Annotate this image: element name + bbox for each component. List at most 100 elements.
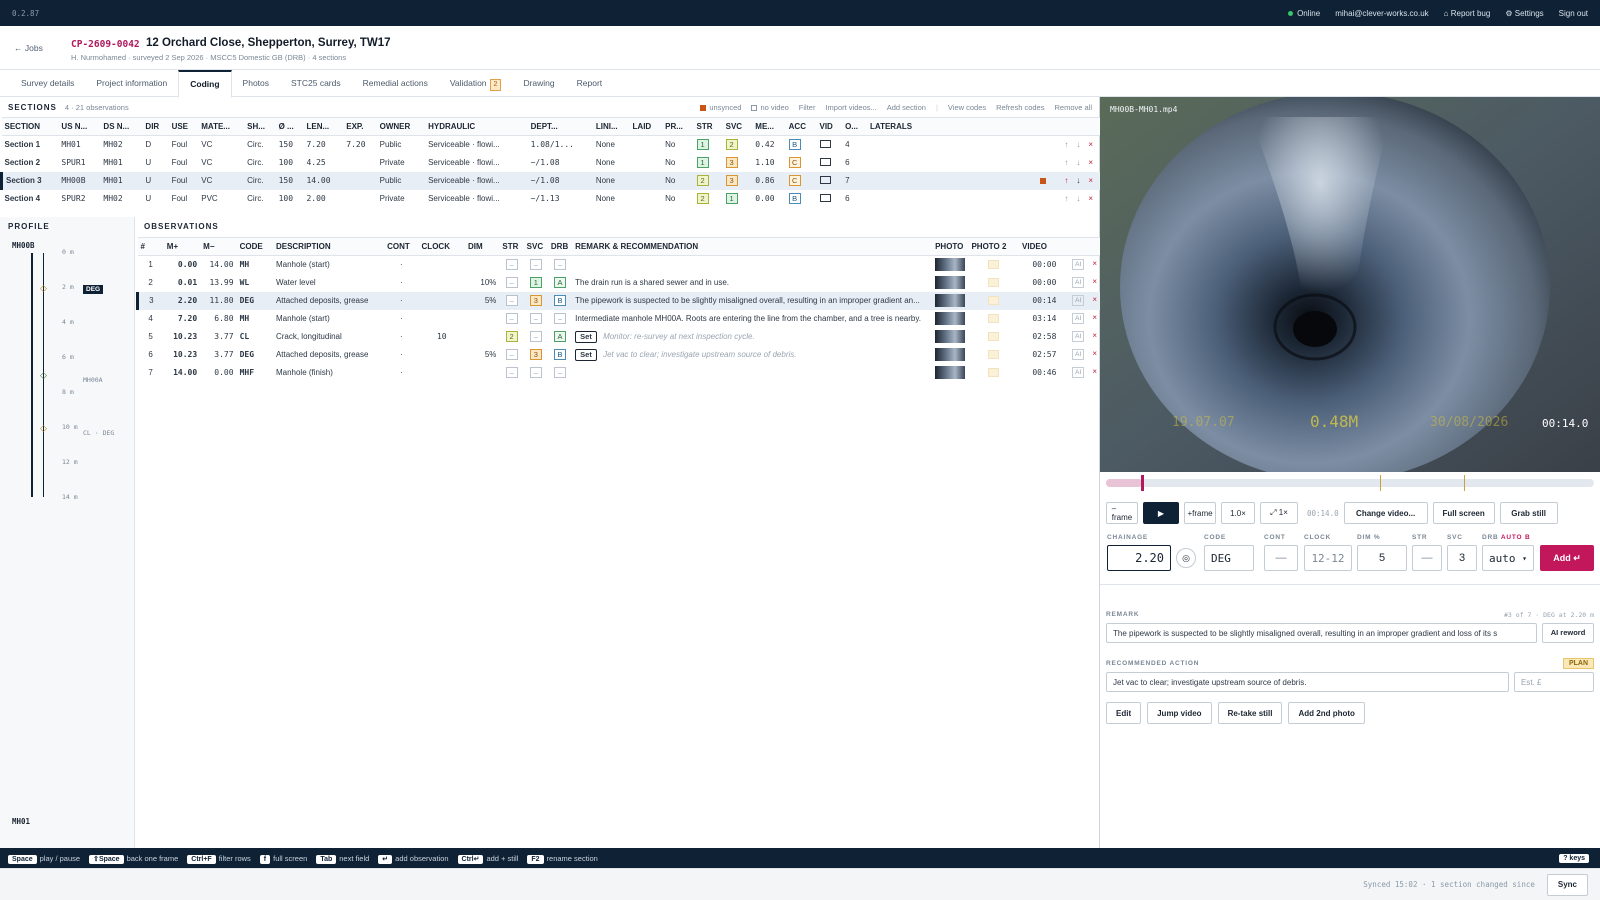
- observation-column-header[interactable]: #: [137, 237, 164, 256]
- section-column-header[interactable]: US N...: [58, 117, 101, 136]
- add-second-photo-button[interactable]: Add 2nd photo: [1288, 702, 1365, 724]
- section-column-header[interactable]: SVC: [722, 117, 753, 136]
- cont-input[interactable]: —: [1264, 545, 1298, 571]
- section-column-header[interactable]: DIR: [142, 117, 169, 136]
- delete-section-icon[interactable]: ×: [1088, 158, 1093, 167]
- section-column-header[interactable]: LAID: [629, 117, 663, 136]
- set-action-button[interactable]: Set: [575, 330, 597, 343]
- tab-validation[interactable]: Validation 2: [439, 70, 513, 97]
- observation-row[interactable]: 4 7.20 6.80 MH Manhole (start) · – – – Intermedia…: [138, 310, 1101, 328]
- delete-observation-icon[interactable]: ×: [1092, 295, 1097, 304]
- observation-column-header[interactable]: REMARK & RECOMMENDATION: [572, 237, 933, 256]
- plan-badge[interactable]: PLAN: [1562, 657, 1594, 669]
- chainage-input[interactable]: 2.20: [1107, 545, 1171, 571]
- observation-cell-remark[interactable]: [572, 364, 932, 382]
- observation-cell-photo[interactable]: [932, 256, 968, 274]
- observation-row[interactable]: 3 2.20 11.80 DEG Attached deposits, grease · 5…: [135, 291, 1100, 310]
- observation-cell-video[interactable]: 00:00: [1019, 256, 1059, 274]
- section-column-header[interactable]: EXP.: [343, 117, 377, 136]
- observation-column-header[interactable]: DESCRIPTION: [272, 237, 385, 256]
- ai-reword-row-button[interactable]: AI: [1072, 277, 1085, 288]
- observation-cell-video[interactable]: 00:14: [1019, 291, 1060, 310]
- section-column-header[interactable]: ACC: [785, 117, 817, 136]
- observation-row[interactable]: 6 10.23 3.77 DEG Attached deposits, grease · 5…: [138, 346, 1101, 364]
- move-down-icon[interactable]: ↓: [1076, 194, 1080, 203]
- empty-photo-slot[interactable]: [988, 332, 1000, 342]
- jump-video-button[interactable]: Jump video: [1147, 702, 1212, 724]
- str-input[interactable]: —: [1412, 545, 1442, 571]
- section-column-header[interactable]: LEN...: [303, 117, 344, 136]
- observation-column-header[interactable]: SVC: [523, 237, 548, 256]
- section-column-header[interactable]: USE: [168, 117, 199, 136]
- observation-row[interactable]: 1 0.00 14.00 MH Manhole (start) · – – –00:00 AI ×: [138, 256, 1101, 274]
- grab-still-button[interactable]: Grab still: [1499, 502, 1558, 524]
- sync-button[interactable]: Sync: [1546, 873, 1588, 896]
- set-action-button[interactable]: Set: [575, 348, 597, 361]
- empty-photo-slot[interactable]: [988, 278, 1000, 288]
- observation-column-header[interactable]: STR: [499, 237, 524, 256]
- photo-thumbnail[interactable]: [935, 276, 966, 289]
- delete-observation-icon[interactable]: ×: [1092, 313, 1097, 322]
- playback-speed-button[interactable]: 1.0×: [1221, 502, 1255, 524]
- tab-coding[interactable]: Coding: [178, 70, 232, 98]
- section-column-header[interactable]: OWNER: [376, 117, 426, 136]
- tab-drawing[interactable]: Drawing: [512, 70, 565, 97]
- photo-thumbnail[interactable]: [935, 312, 966, 325]
- section-column-header[interactable]: DEPT...: [527, 117, 593, 136]
- section-column-header[interactable]: SECTION: [1, 117, 59, 136]
- dim-input[interactable]: 5: [1357, 545, 1407, 571]
- observation-column-header[interactable]: M+: [163, 237, 201, 256]
- keys-help-button[interactable]: ? keys: [1559, 853, 1589, 863]
- observation-cell-photo[interactable]: [932, 274, 968, 292]
- move-up-icon[interactable]: ↑: [1064, 176, 1068, 185]
- section-column-header[interactable]: LATERALS: [867, 117, 1018, 136]
- remark-input[interactable]: The pipework is suspected to be slightly…: [1106, 623, 1537, 643]
- move-down-icon[interactable]: ↓: [1076, 176, 1080, 185]
- delete-observation-icon[interactable]: ×: [1092, 349, 1097, 358]
- delete-observation-icon[interactable]: ×: [1092, 277, 1097, 286]
- observation-column-header[interactable]: PHOTO: [932, 237, 969, 256]
- ai-reword-row-button[interactable]: AI: [1072, 295, 1085, 306]
- next-frame-button[interactable]: +frame: [1184, 502, 1216, 524]
- photo-thumbnail[interactable]: [935, 366, 966, 379]
- section-row[interactable]: Section 2 SPUR1 MH01 U Foul VC Circ. 100 4.25 Pri…: [2, 154, 1101, 172]
- observation-cell-remark[interactable]: Set Jet vac to clear; investigate upstre…: [572, 346, 932, 364]
- observation-cell-remark[interactable]: The drain run is a shared sewer and in u…: [572, 274, 932, 292]
- empty-photo-slot[interactable]: [988, 368, 1000, 378]
- section-column-header[interactable]: O...: [842, 117, 868, 136]
- play-button[interactable]: ▶: [1143, 502, 1179, 524]
- remove-all-button[interactable]: Remove all: [1054, 103, 1092, 112]
- section-row[interactable]: Section 3 MH00B MH01 U Foul VC Circ. 150 14.00 Pu…: [0, 171, 1100, 190]
- scrubber-marker[interactable]: [1464, 475, 1465, 491]
- section-column-header[interactable]: VID: [816, 117, 843, 136]
- observation-cell-photo[interactable]: [932, 364, 968, 382]
- empty-photo-slot[interactable]: [988, 260, 1000, 270]
- observation-column-header[interactable]: DIM: [465, 237, 500, 256]
- tab-report[interactable]: Report: [566, 70, 614, 97]
- photo-thumbnail[interactable]: [935, 258, 966, 272]
- tab-survey-details[interactable]: Survey details: [10, 70, 85, 97]
- clock-input[interactable]: 12-12: [1304, 545, 1352, 571]
- move-down-icon[interactable]: ↓: [1076, 140, 1080, 149]
- section-column-header[interactable]: SH...: [244, 117, 276, 136]
- video-player[interactable]: MH00B-MH01.mp4 19.07.07 0.48M 30/08/2026…: [1100, 97, 1600, 472]
- move-up-icon[interactable]: ↑: [1064, 140, 1068, 149]
- observation-cell-remark[interactable]: Set Monitor: re-survey at next inspectio…: [572, 328, 932, 346]
- tab-remedial-actions[interactable]: Remedial actions: [352, 70, 439, 97]
- user-email[interactable]: mihai@clever-works.co.uk: [1335, 9, 1428, 18]
- delete-observation-icon[interactable]: ×: [1092, 331, 1097, 340]
- add-section-button[interactable]: Add section: [887, 103, 926, 112]
- observation-column-header[interactable]: VIDEO: [1019, 237, 1060, 256]
- prev-frame-button[interactable]: –frame: [1106, 502, 1138, 524]
- delete-section-icon[interactable]: ×: [1088, 176, 1093, 185]
- section-column-header[interactable]: HYDRAULIC: [425, 117, 528, 136]
- ai-reword-row-button[interactable]: AI: [1072, 349, 1085, 360]
- observation-cell-video[interactable]: 03:14: [1019, 310, 1059, 328]
- photo-thumbnail[interactable]: [935, 294, 966, 307]
- delete-section-icon[interactable]: ×: [1088, 194, 1093, 203]
- observation-column-header[interactable]: PHOTO 2: [968, 237, 1020, 256]
- observation-cell-photo2[interactable]: [968, 274, 1019, 292]
- recommended-action-input[interactable]: Jet vac to clear; investigate upstream s…: [1106, 672, 1509, 692]
- observation-cell-photo[interactable]: [932, 346, 968, 364]
- observation-cell-photo[interactable]: [932, 328, 968, 346]
